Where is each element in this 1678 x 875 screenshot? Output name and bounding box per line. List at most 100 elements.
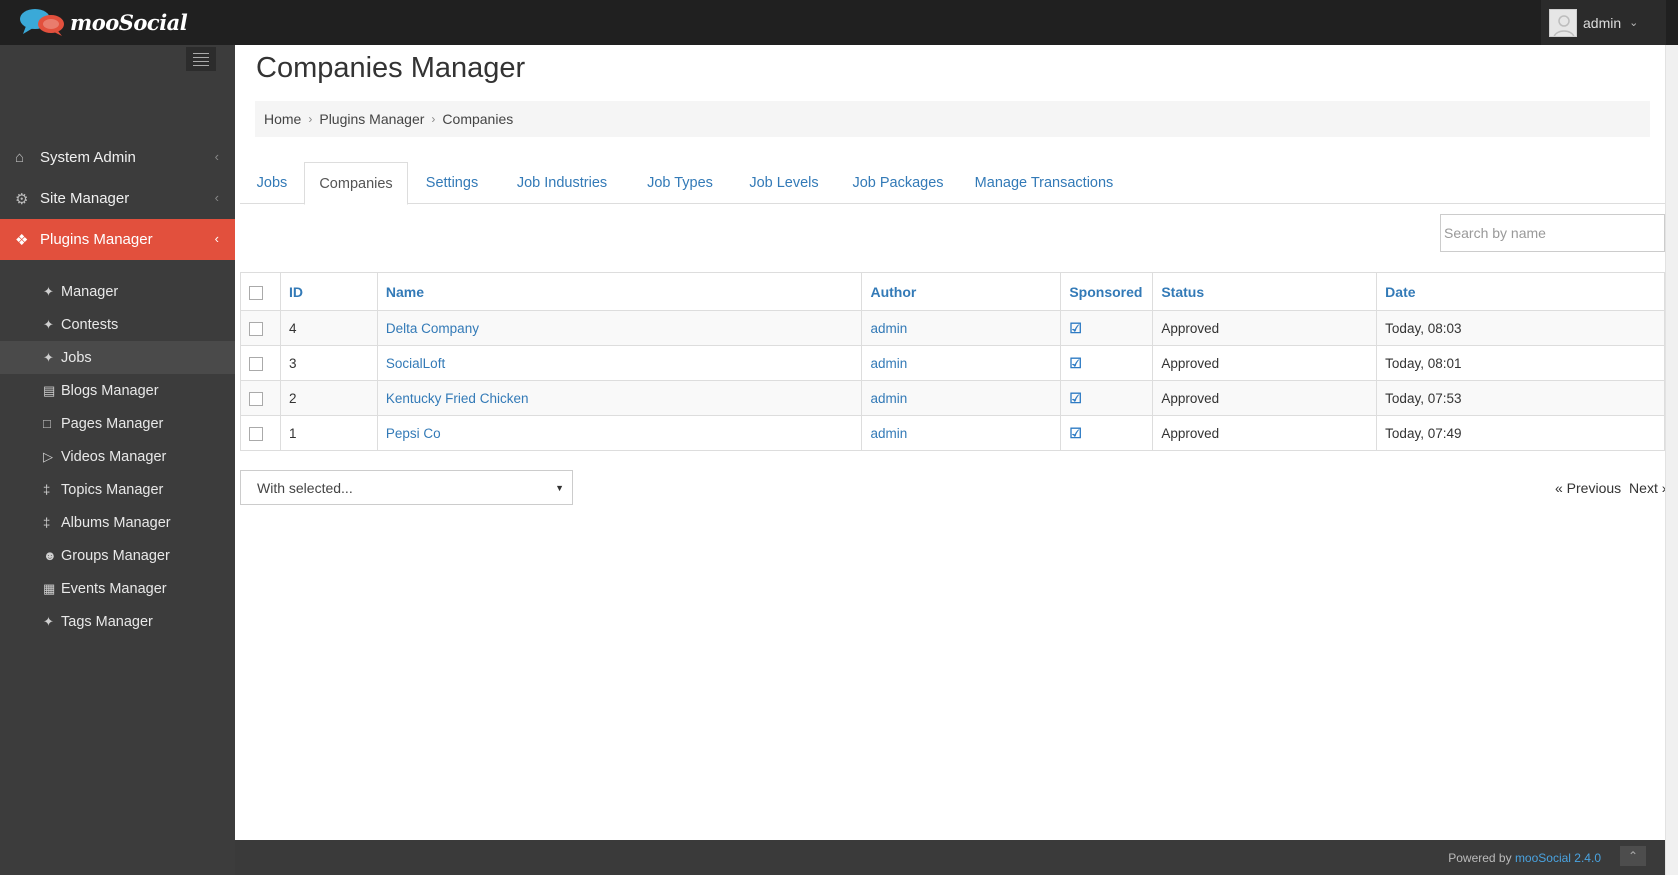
sidebar-subitem-label: Events Manager (61, 580, 167, 597)
sidebar-subitem-contests[interactable]: ✦ Contests (0, 308, 235, 341)
author-link[interactable]: admin (870, 426, 907, 441)
table-row: 3 SocialLoft admin ☑ Approved Today, 08:… (240, 345, 1665, 381)
tab-job-types[interactable]: Job Types (628, 162, 732, 204)
author-link[interactable]: admin (870, 391, 907, 406)
sidebar-item-system-admin[interactable]: ⌂ System Admin ‹ (0, 137, 235, 178)
footer-credit: Powered by mooSocial 2.4.0 (1448, 851, 1601, 865)
sidebar-subitem-videos-manager[interactable]: ▷ Videos Manager (0, 440, 235, 473)
table-header-row: ID Name Author Sponsored Status Date (240, 272, 1665, 311)
sidebar-subitem-events-manager[interactable]: ▦ Events Manager (0, 572, 235, 605)
cell-date: Today, 08:03 (1376, 310, 1665, 346)
back-to-top-button[interactable]: ⌃ (1620, 846, 1646, 866)
chevron-left-icon: ‹ (214, 190, 219, 205)
sidebar-item-label: Plugins Manager (40, 231, 153, 248)
sidebar-item-site-manager[interactable]: ⚙ Site Manager ‹ (0, 178, 235, 219)
calendar-icon: ▦ (43, 580, 56, 596)
breadcrumb: Home › Plugins Manager › Companies (255, 101, 1650, 137)
checkbox-checked-icon[interactable]: ☑ (1069, 320, 1082, 336)
select-all-checkbox[interactable] (249, 285, 263, 300)
page-icon: □ (43, 416, 51, 431)
vertical-scrollbar[interactable] (1665, 45, 1678, 875)
blog-icon: ▤ (43, 382, 56, 398)
row-checkbox[interactable] (249, 321, 263, 336)
sidebar-subitem-blogs-manager[interactable]: ▤ Blogs Manager (0, 374, 235, 407)
tab-settings[interactable]: Settings (408, 162, 496, 204)
video-icon: ▷ (43, 448, 53, 464)
page-title: Companies Manager (256, 52, 526, 84)
sidebar-subitem-label: Videos Manager (61, 448, 167, 465)
company-name-link[interactable]: Pepsi Co (386, 426, 441, 441)
sidebar-subitem-manager[interactable]: ✦ Manager (0, 275, 235, 308)
tab-job-industries[interactable]: Job Industries (496, 162, 628, 204)
sidebar-subitem-jobs[interactable]: ✦ Jobs (0, 341, 235, 374)
row-checkbox[interactable] (249, 356, 263, 371)
brand-logo[interactable]: mooSocial (18, 7, 188, 37)
sidebar-subitem-groups-manager[interactable]: ☻ Groups Manager (0, 539, 235, 572)
next-page-link[interactable]: Next » (1629, 480, 1669, 496)
tab-job-packages[interactable]: Job Packages (836, 162, 960, 204)
sidebar-subitem-tags-manager[interactable]: ✦ Tags Manager (0, 605, 235, 638)
sidebar-subitem-label: Jobs (61, 349, 92, 366)
row-checkbox[interactable] (249, 391, 263, 406)
previous-page-link[interactable]: « Previous (1555, 480, 1621, 496)
sidebar-subitem-label: Pages Manager (61, 415, 164, 432)
group-icon: ☻ (43, 548, 57, 563)
column-header-id[interactable]: ID (279, 272, 378, 311)
company-name-link[interactable]: SocialLoft (386, 356, 445, 371)
tag-icon: ✦ (43, 613, 54, 629)
cell-status: Approved (1152, 415, 1378, 451)
sidebar-subitem-pages-manager[interactable]: □ Pages Manager (0, 407, 235, 440)
checkbox-checked-icon[interactable]: ☑ (1069, 390, 1082, 406)
home-icon: ⌂ (15, 149, 25, 166)
tab-job-levels[interactable]: Job Levels (732, 162, 836, 204)
chevron-left-icon: ‹ (214, 231, 219, 246)
cell-id: 3 (279, 345, 378, 381)
caret-down-icon: ▼ (555, 483, 564, 493)
chevron-right-icon: › (431, 112, 436, 126)
column-header-author[interactable]: Author (861, 272, 1062, 311)
sidebar-subitem-label: Groups Manager (61, 547, 170, 564)
author-link[interactable]: admin (870, 356, 907, 371)
menu-toggle-button[interactable] (186, 47, 216, 71)
avatar (1549, 8, 1577, 37)
search-input[interactable] (1440, 214, 1665, 252)
column-header-status[interactable]: Status (1152, 272, 1378, 311)
user-name: admin (1583, 14, 1622, 31)
breadcrumb-plugins-manager[interactable]: Plugins Manager (319, 111, 424, 127)
checkbox-checked-icon[interactable]: ☑ (1069, 425, 1082, 441)
user-menu[interactable]: admin ⌄ (1541, 0, 1666, 45)
album-icon: ‡ (43, 515, 51, 530)
company-name-link[interactable]: Delta Company (386, 321, 479, 336)
sidebar-subitem-albums-manager[interactable]: ‡ Albums Manager (0, 506, 235, 539)
breadcrumb-home[interactable]: Home (264, 111, 301, 127)
column-header-sponsored[interactable]: Sponsored (1060, 272, 1154, 311)
sidebar-subitem-topics-manager[interactable]: ‡ Topics Manager (0, 473, 235, 506)
sidebar-item-plugins-manager[interactable]: ❖ Plugins Manager ‹ (0, 219, 235, 260)
company-name-link[interactable]: Kentucky Fried Chicken (386, 391, 529, 406)
sidebar-subitem-label: Topics Manager (61, 481, 164, 498)
row-checkbox[interactable] (249, 426, 263, 441)
tab-manage-transactions[interactable]: Manage Transactions (960, 162, 1128, 204)
brand-name: mooSocial (70, 9, 188, 35)
column-header-date[interactable]: Date (1376, 272, 1665, 311)
cell-date: Today, 08:01 (1376, 345, 1665, 381)
user-silhouette-icon (1553, 14, 1575, 36)
checkbox-checked-icon[interactable]: ☑ (1069, 355, 1082, 371)
chevron-up-icon: ⌃ (1627, 849, 1639, 863)
table-row: 2 Kentucky Fried Chicken admin ☑ Approve… (240, 380, 1665, 416)
cell-status: Approved (1152, 345, 1378, 381)
column-header-name[interactable]: Name (376, 272, 863, 311)
sidebar-item-label: System Admin (40, 149, 136, 166)
sidebar-subitem-label: Manager (61, 283, 119, 300)
author-link[interactable]: admin (870, 321, 907, 336)
tab-companies[interactable]: Companies (304, 162, 408, 205)
chevron-down-icon: ⌄ (1629, 17, 1639, 29)
cell-status: Approved (1152, 380, 1378, 416)
tag-icon: ✦ (43, 316, 54, 332)
tag-icon: ✦ (43, 349, 54, 365)
speech-bubbles-icon (20, 9, 64, 36)
top-bar: mooSocial admin ⌄ (0, 0, 1678, 45)
footer-brand-link[interactable]: mooSocial 2.4.0 (1515, 851, 1601, 865)
tab-jobs[interactable]: Jobs (240, 162, 304, 204)
bulk-action-select[interactable]: With selected... ▼ (240, 470, 573, 505)
